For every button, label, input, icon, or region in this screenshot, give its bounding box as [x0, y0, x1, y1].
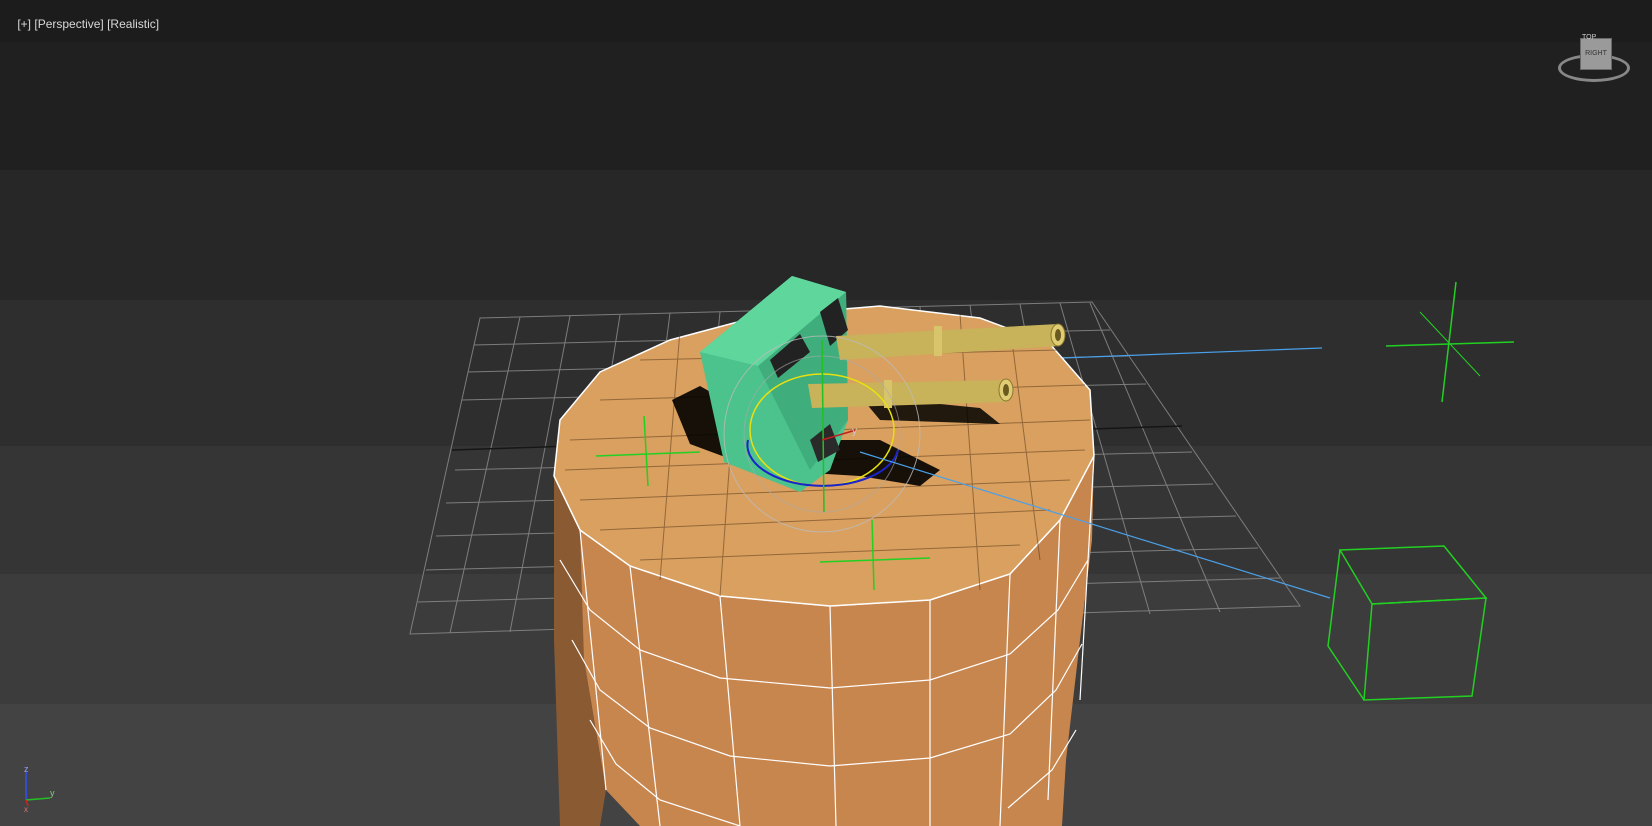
scene-canvas[interactable]: y: [0, 0, 1652, 826]
grid-line: [1089, 302, 1221, 613]
axis-y-label: y: [50, 788, 55, 798]
box-helper[interactable]: [1327, 545, 1488, 701]
barrel-upper-collar: [934, 326, 942, 356]
gizmo-axis-label: y: [852, 426, 857, 437]
axis-tripod: z y x: [14, 764, 64, 814]
viewcube-top-label: TOP: [1582, 34, 1597, 41]
axis-x-label: x: [24, 805, 28, 812]
barrel-lower-bore: [1003, 384, 1009, 396]
viewport-point-of-view-menu[interactable]: [Perspective]: [34, 17, 103, 31]
perspective-viewport[interactable]: [+] [Perspective] [Realistic] RIGHT TOP: [0, 0, 1652, 826]
viewport-menu-plus[interactable]: [+]: [17, 17, 31, 31]
viewcube-face[interactable]: RIGHT: [1580, 38, 1612, 70]
axis-tripod-svg: z y x: [24, 764, 55, 814]
barrel-upper-bore: [1055, 329, 1061, 341]
viewcube-icon[interactable]: RIGHT TOP: [1556, 34, 1636, 96]
viewport-shading-menu[interactable]: [Realistic]: [107, 17, 159, 31]
axis-y-line: [25, 797, 51, 801]
grid-line: [449, 316, 521, 634]
axis-z-label: z: [24, 764, 29, 774]
point-helper-right[interactable]: [1385, 281, 1515, 403]
viewport-label: [+] [Perspective] [Realistic]: [4, 3, 159, 45]
